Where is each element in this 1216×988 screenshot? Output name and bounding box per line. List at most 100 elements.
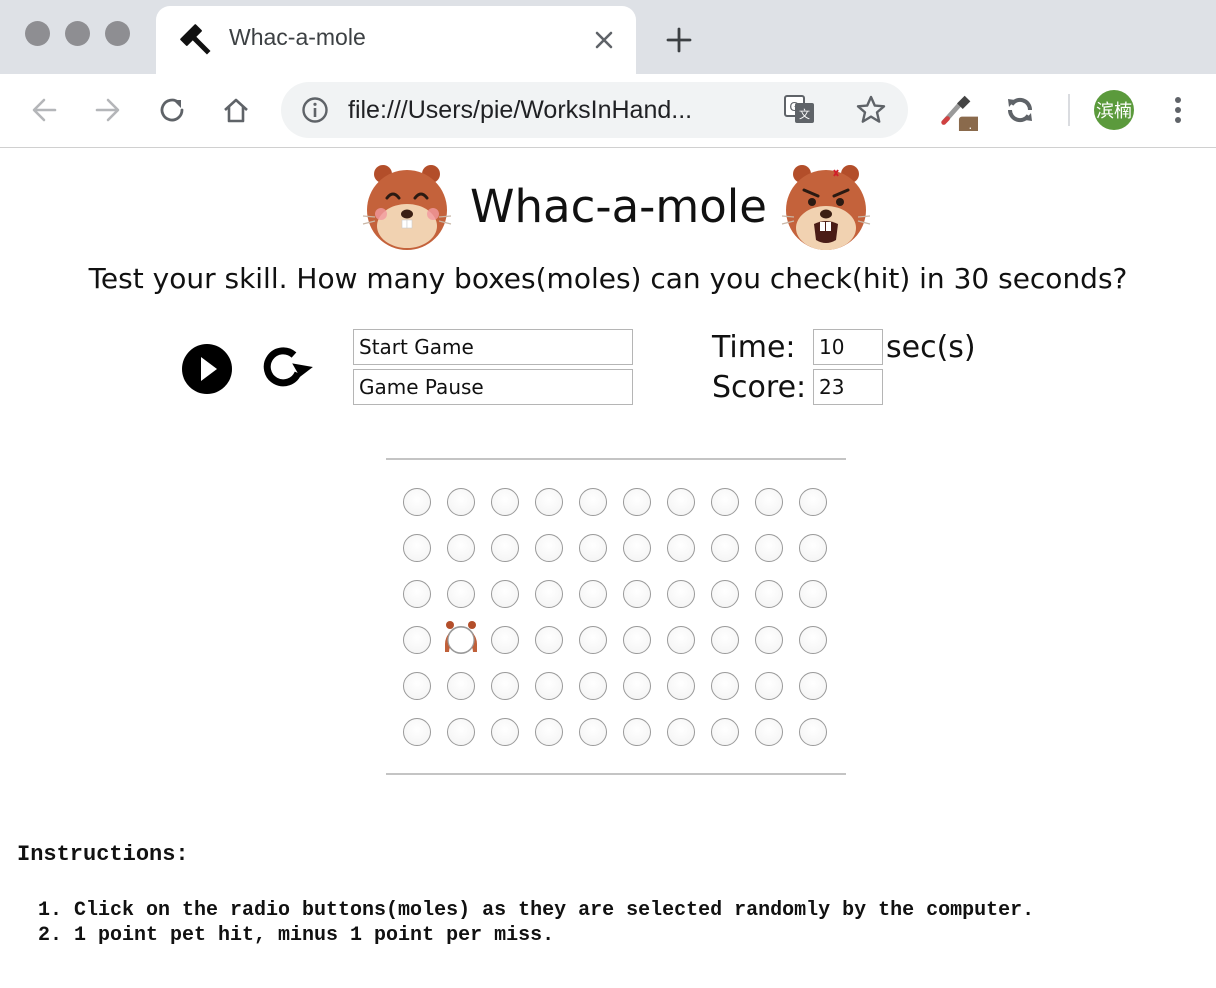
toolbar-separator — [1068, 94, 1070, 126]
mole-radio-button[interactable] — [711, 488, 739, 516]
mole-radio-button[interactable] — [535, 626, 563, 654]
score-field[interactable]: 23 — [813, 369, 883, 405]
mole-radio-button[interactable] — [491, 488, 519, 516]
info-icon[interactable] — [301, 96, 329, 124]
browser-tab[interactable]: Whac-a-mole — [156, 6, 636, 74]
time-field[interactable]: 10 — [813, 329, 883, 365]
mole-radio-button[interactable] — [535, 672, 563, 700]
address-bar[interactable]: file:///Users/pie/WorksInHand... G 文 — [281, 82, 908, 138]
maximize-window-button[interactable] — [105, 21, 130, 46]
restart-icon[interactable] — [258, 343, 314, 395]
mole-radio-button[interactable] — [667, 718, 695, 746]
sync-extension-button[interactable] — [1000, 90, 1040, 130]
mole-radio-button[interactable] — [447, 718, 475, 746]
mole-radio-button[interactable] — [623, 672, 651, 700]
mole-radio-button[interactable] — [447, 488, 475, 516]
board-bottom-divider — [386, 773, 846, 775]
mole-radio-button[interactable] — [535, 580, 563, 608]
mole-radio-button[interactable] — [667, 534, 695, 562]
mole-radio-button[interactable] — [403, 534, 431, 562]
home-button[interactable] — [216, 90, 256, 130]
game-pause-field[interactable]: Game Pause — [353, 369, 633, 405]
mole-radio-button[interactable] — [799, 580, 827, 608]
mole-radio-button[interactable] — [447, 534, 475, 562]
mole-radio-button[interactable] — [403, 580, 431, 608]
score-label: Score: — [712, 370, 807, 405]
mole-icon[interactable] — [441, 618, 481, 654]
forward-button[interactable] — [88, 90, 128, 130]
play-icon[interactable] — [181, 343, 233, 395]
mole-radio-button[interactable] — [579, 718, 607, 746]
translate-icon[interactable]: G 文 — [784, 95, 816, 125]
mole-radio-button[interactable] — [579, 626, 607, 654]
mole-radio-button[interactable] — [491, 718, 519, 746]
page-header: Whac-a-mole — [0, 160, 1216, 256]
minimize-window-button[interactable] — [65, 21, 90, 46]
new-tab-icon[interactable] — [664, 25, 694, 55]
address-url[interactable]: file:///Users/pie/WorksInHand... — [348, 96, 692, 125]
reload-icon — [160, 98, 184, 122]
mole-radio-button[interactable] — [403, 718, 431, 746]
mole-radio-button[interactable] — [403, 672, 431, 700]
mole-radio-button[interactable] — [755, 580, 783, 608]
mole-radio-button[interactable] — [711, 580, 739, 608]
mole-radio-button[interactable] — [491, 534, 519, 562]
mole-radio-button[interactable] — [799, 672, 827, 700]
mole-radio-button[interactable] — [535, 488, 563, 516]
mole-radio-button[interactable] — [623, 534, 651, 562]
mole-radio-button[interactable] — [491, 580, 519, 608]
svg-text:文: 文 — [799, 107, 810, 121]
mole-radio-button[interactable] — [711, 626, 739, 654]
time-label: Time: — [712, 330, 796, 365]
mole-radio-button[interactable] — [667, 580, 695, 608]
time-unit-label: sec(s) — [886, 330, 976, 365]
sync-icon — [1007, 97, 1033, 123]
back-arrow-icon — [32, 98, 57, 122]
mole-radio-button[interactable] — [623, 718, 651, 746]
mole-radio-button[interactable] — [623, 626, 651, 654]
instructions-heading: Instructions: — [17, 842, 189, 867]
menu-button[interactable] — [1158, 90, 1198, 130]
start-game-field[interactable]: Start Game — [353, 329, 633, 365]
mole-radio-button[interactable] — [579, 488, 607, 516]
close-window-button[interactable] — [25, 21, 50, 46]
mole-radio-button[interactable] — [755, 626, 783, 654]
tab-strip: Whac-a-mole — [0, 0, 1216, 74]
mole-radio-button[interactable] — [755, 672, 783, 700]
mole-radio-button[interactable] — [491, 626, 519, 654]
mole-radio-button[interactable] — [711, 718, 739, 746]
bookmark-star-icon[interactable] — [855, 94, 887, 126]
mole-radio-button[interactable] — [579, 672, 607, 700]
mole-radio-button[interactable] — [799, 488, 827, 516]
close-tab-icon[interactable] — [592, 28, 616, 52]
instruction-item: 2. 1 point pet hit, minus 1 point per mi… — [38, 924, 555, 947]
mole-radio-button[interactable] — [755, 718, 783, 746]
board-top-divider — [386, 458, 846, 460]
mole-radio-button[interactable] — [623, 580, 651, 608]
back-button[interactable] — [24, 90, 64, 130]
mole-radio-button[interactable] — [535, 534, 563, 562]
mole-radio-button[interactable] — [799, 718, 827, 746]
mole-radio-button[interactable] — [799, 534, 827, 562]
mole-radio-button[interactable] — [579, 580, 607, 608]
mole-radio-button[interactable] — [667, 488, 695, 516]
mole-radio-button[interactable] — [755, 488, 783, 516]
mole-radio-button[interactable] — [403, 488, 431, 516]
mole-radio-button[interactable] — [667, 672, 695, 700]
extension-badge: . — [969, 118, 973, 131]
mole-radio-button[interactable] — [711, 534, 739, 562]
mole-radio-button[interactable] — [579, 534, 607, 562]
mole-radio-button[interactable] — [491, 672, 519, 700]
mole-radio-button[interactable] — [623, 488, 651, 516]
mole-radio-button[interactable] — [447, 672, 475, 700]
mole-radio-button[interactable] — [667, 626, 695, 654]
mole-radio-button[interactable] — [711, 672, 739, 700]
mole-radio-button[interactable] — [403, 626, 431, 654]
mole-radio-button[interactable] — [755, 534, 783, 562]
eyedropper-extension-button[interactable]: . — [938, 90, 978, 131]
mole-radio-button[interactable] — [535, 718, 563, 746]
profile-avatar[interactable]: 滨楠 — [1094, 90, 1134, 130]
mole-radio-button[interactable] — [799, 626, 827, 654]
reload-button[interactable] — [152, 90, 192, 130]
mole-radio-button[interactable] — [447, 580, 475, 608]
